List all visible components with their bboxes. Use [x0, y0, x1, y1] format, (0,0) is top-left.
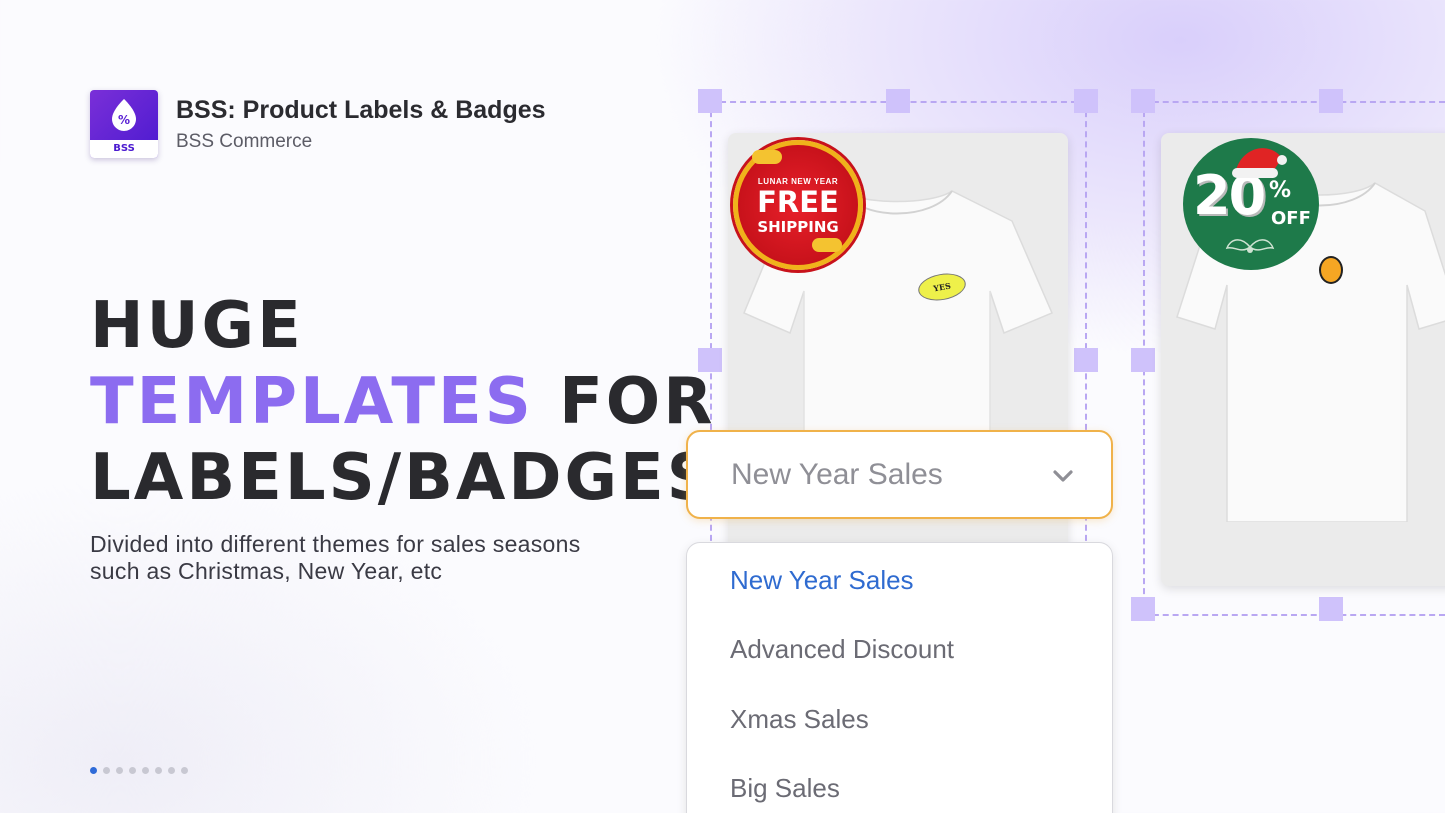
menu-option-advanced-discount[interactable]: Advanced Discount	[730, 634, 954, 665]
carousel-dot[interactable]	[142, 767, 149, 774]
resize-handle[interactable]	[1074, 348, 1098, 372]
badge-mid-text: SHIPPING	[757, 218, 839, 236]
resize-handle[interactable]	[886, 89, 910, 113]
carousel-dot[interactable]	[181, 767, 188, 774]
holly-icon	[1225, 239, 1275, 253]
menu-option-big-sales[interactable]: Big Sales	[730, 773, 840, 804]
resize-handle[interactable]	[1319, 89, 1343, 113]
carousel-dot[interactable]	[90, 767, 97, 774]
discount-off: OFF	[1271, 208, 1311, 229]
carousel-dot[interactable]	[168, 767, 175, 774]
headline-line-2-rest: FOR	[533, 365, 716, 439]
app-icon-label: BSS	[90, 140, 158, 158]
select-value: New Year Sales	[731, 458, 943, 491]
carousel-dots	[90, 767, 188, 774]
template-dropdown-menu: New Year Sales Advanced Discount Xmas Sa…	[686, 542, 1113, 813]
cloud-icon	[752, 150, 782, 164]
resize-handle[interactable]	[1131, 89, 1155, 113]
carousel-dot[interactable]	[129, 767, 136, 774]
headline-line-1: HUGE	[90, 289, 304, 363]
app-vendor: BSS Commerce	[176, 131, 313, 152]
template-select[interactable]: New Year Sales	[686, 430, 1113, 519]
flame-icon: %	[112, 99, 136, 131]
headline-line-3: LABELS/BADGES	[90, 441, 716, 515]
menu-option-xmas-sales[interactable]: Xmas Sales	[730, 704, 869, 735]
resize-handle[interactable]	[698, 348, 722, 372]
discount-percent: %	[1269, 178, 1292, 203]
menu-option-new-year-sales[interactable]: New Year Sales	[730, 565, 914, 596]
badge-big-text: FREE	[757, 185, 839, 219]
headline-accent: TEMPLATES	[90, 365, 534, 439]
headline-line-2: TEMPLATES FOR	[90, 364, 716, 440]
resize-handle[interactable]	[1131, 348, 1155, 372]
resize-handle[interactable]	[1131, 597, 1155, 621]
carousel-dot[interactable]	[103, 767, 110, 774]
headline: HUGE TEMPLATES FOR LABELS/BADGES	[90, 288, 716, 516]
subtitle: Divided into different themes for sales …	[90, 531, 581, 584]
carousel-dot[interactable]	[155, 767, 162, 774]
resize-handle[interactable]	[1319, 597, 1343, 621]
percent-symbol: %	[118, 113, 130, 127]
cloud-icon	[812, 238, 842, 252]
frame-edge	[1143, 101, 1445, 103]
resize-handle[interactable]	[698, 89, 722, 113]
chevron-down-icon[interactable]	[1051, 464, 1075, 488]
santa-hat-icon	[1232, 148, 1287, 178]
frame-edge	[1143, 614, 1445, 616]
app-name: BSS: Product Labels & Badges	[176, 96, 546, 124]
carousel-dot[interactable]	[116, 767, 123, 774]
resize-handle[interactable]	[1074, 89, 1098, 113]
app-icon: % BSS	[90, 90, 158, 158]
orange-sticker	[1319, 256, 1343, 284]
